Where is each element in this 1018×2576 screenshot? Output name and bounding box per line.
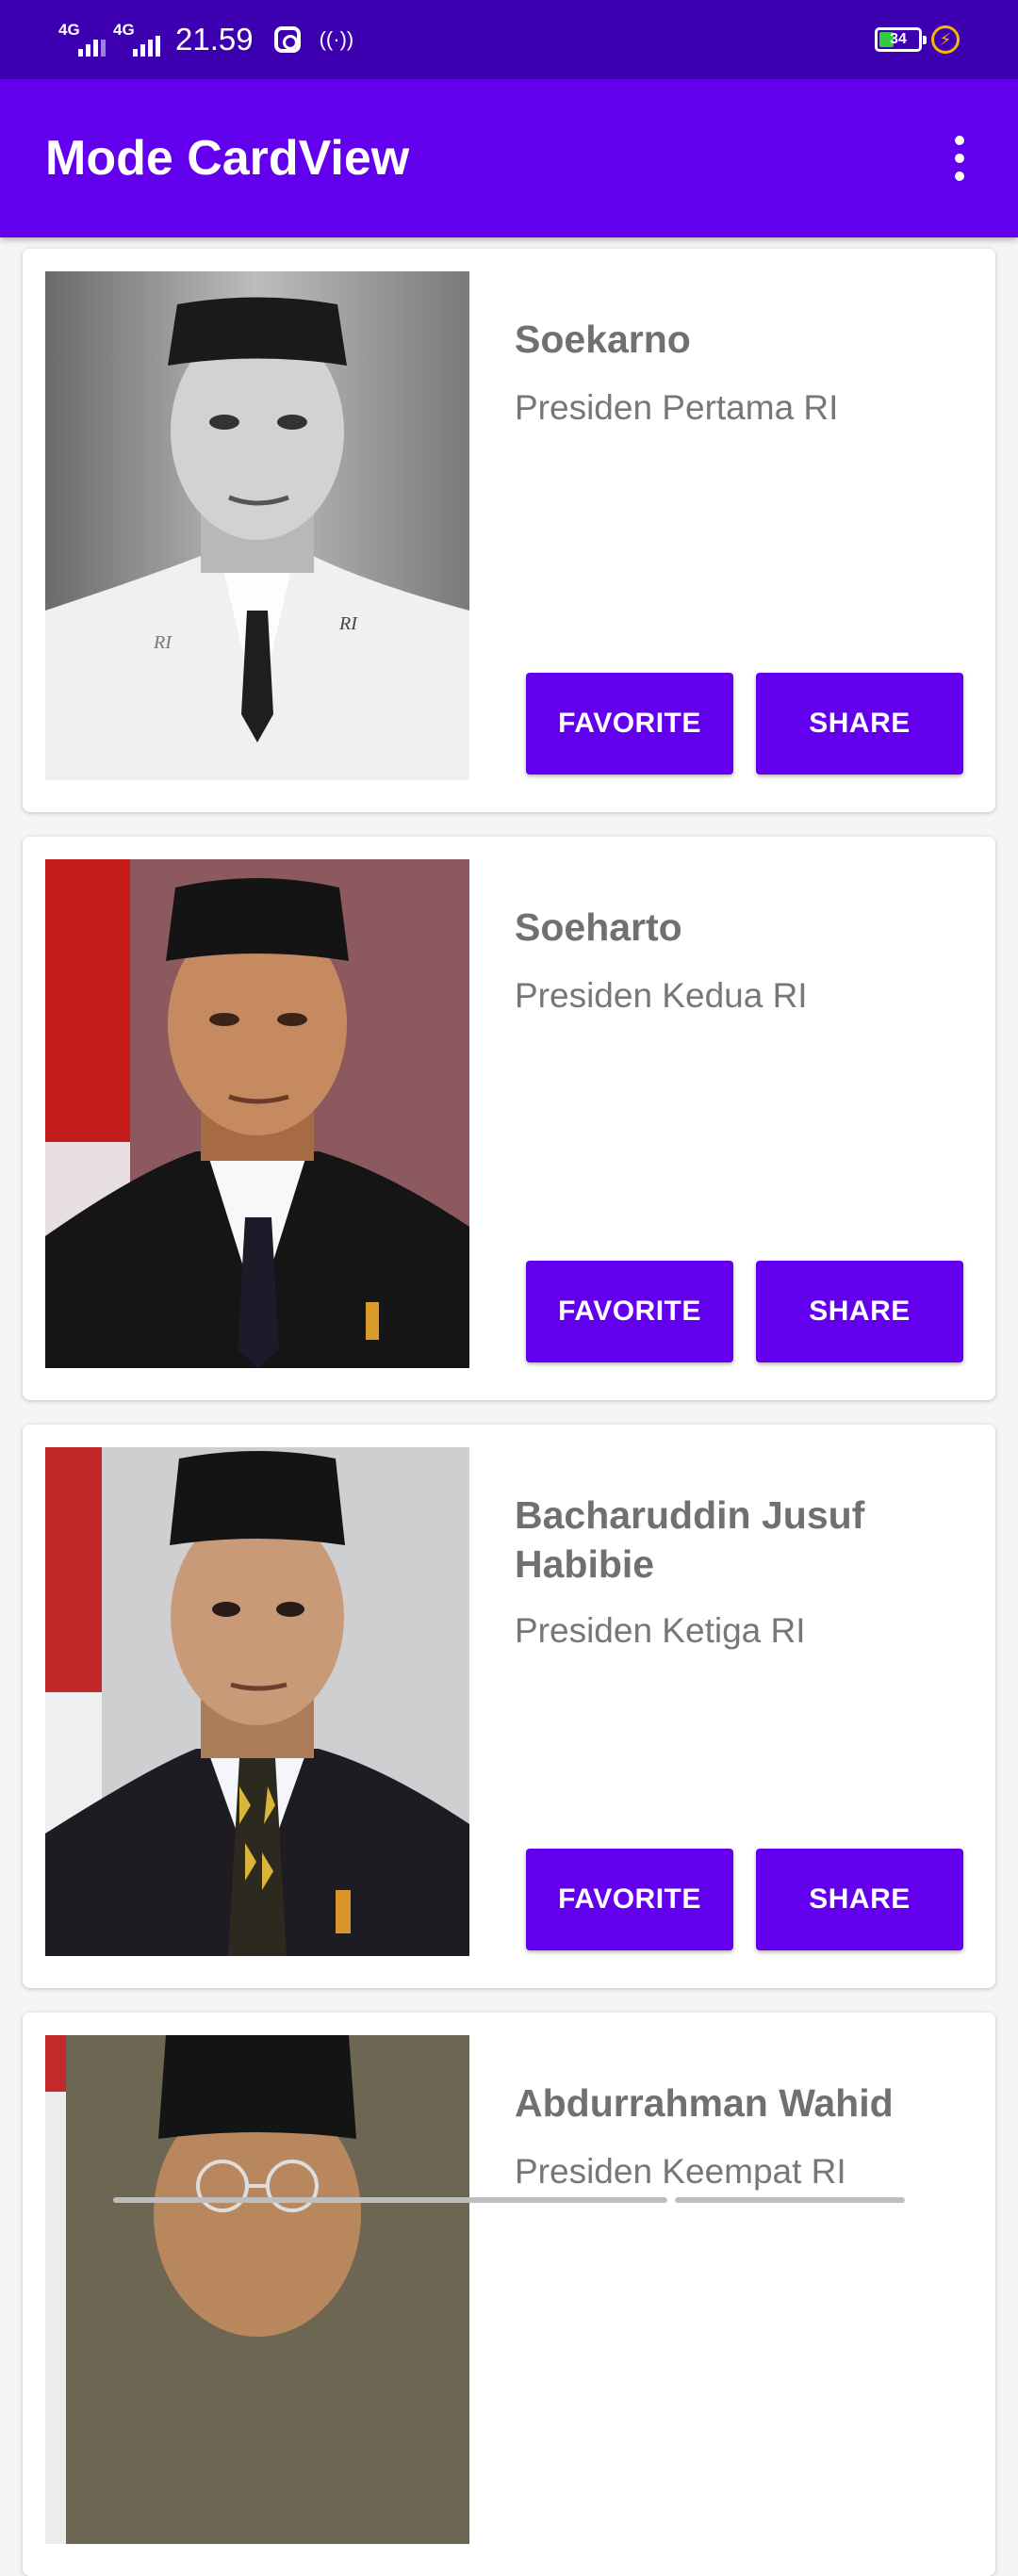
status-left: 4G 4G 21.59 ((·)) — [58, 17, 353, 62]
instagram-icon — [274, 26, 301, 53]
president-card: Abdurrahman Wahid Presiden Keempat RI — [23, 2013, 995, 2576]
share-button[interactable]: SHARE — [756, 673, 963, 774]
clock: 21.59 — [175, 22, 254, 57]
hotspot-icon: ((·)) — [320, 27, 354, 52]
share-button[interactable]: SHARE — [756, 1849, 963, 1950]
president-subtitle: Presiden Ketiga RI — [515, 1609, 967, 1653]
president-name: Soekarno — [515, 315, 958, 364]
navigation-gesture-bar — [675, 2197, 905, 2203]
president-name: Abdurrahman Wahid — [515, 2079, 958, 2128]
charging-icon: ⚡ — [931, 25, 960, 54]
president-subtitle: Presiden Keempat RI — [515, 2150, 967, 2193]
president-subtitle: Presiden Kedua RI — [515, 974, 967, 1018]
app-bar: Mode CardView — [0, 79, 1018, 237]
status-bar: 4G 4G 21.59 ((·)) 34 ⚡ — [0, 0, 1018, 79]
signal-icon: 4G — [113, 21, 160, 58]
signal-icon: 4G — [58, 21, 106, 58]
president-photo — [45, 2035, 469, 2544]
network-type-label: 4G — [58, 21, 80, 40]
svg-text:RI: RI — [338, 613, 358, 634]
president-name: Bacharuddin Jusuf Habibie — [515, 1491, 958, 1589]
president-photo — [45, 1447, 469, 1956]
president-name: Soeharto — [515, 903, 958, 952]
favorite-button[interactable]: FAVORITE — [526, 1261, 733, 1362]
president-card: Soeharto Presiden Kedua RI FAVORITE SHAR… — [23, 837, 995, 1400]
share-button[interactable]: SHARE — [756, 1261, 963, 1362]
president-photo — [45, 859, 469, 1368]
president-photo: RI RI — [45, 271, 469, 780]
navigation-gesture-bar — [113, 2197, 667, 2203]
more-vert-icon[interactable] — [929, 128, 990, 188]
status-right: 34 ⚡ — [875, 23, 960, 57]
favorite-button[interactable]: FAVORITE — [526, 673, 733, 774]
president-card: RI RI Soekarno Presiden Pertama RI FAVOR… — [23, 249, 995, 812]
svg-text:RI: RI — [153, 632, 172, 653]
president-subtitle: Presiden Pertama RI — [515, 386, 967, 430]
president-card: Bacharuddin Jusuf Habibie Presiden Ketig… — [23, 1425, 995, 1988]
favorite-button[interactable]: FAVORITE — [526, 1849, 733, 1950]
app-title: Mode CardView — [45, 128, 409, 188]
battery-percent: 34 — [878, 30, 919, 49]
battery-icon: 34 — [875, 27, 922, 52]
network-type-label: 4G — [113, 21, 135, 40]
